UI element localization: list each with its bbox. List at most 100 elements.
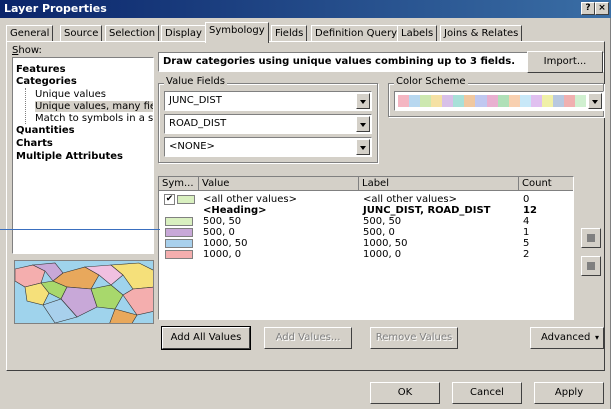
table-cell-label[interactable]: <all other values> — [363, 194, 457, 205]
chevron-down-icon[interactable] — [356, 116, 370, 132]
show-item-multiple-attributes[interactable]: Multiple Attributes — [16, 151, 123, 162]
import-button[interactable]: Import... — [527, 51, 603, 73]
color-ramp — [398, 95, 587, 107]
table-cell-count[interactable]: 5 — [523, 238, 529, 249]
advanced-button[interactable]: Advanced ▾ — [530, 327, 604, 349]
all-other-values-checkbox[interactable]: ✔ — [164, 194, 175, 205]
table-cell-value[interactable]: 500, 0 — [203, 227, 235, 238]
table-cell-value[interactable]: <all other values> — [203, 194, 297, 205]
symbol-swatch[interactable] — [165, 239, 193, 248]
color-ramp-swatch — [453, 95, 465, 107]
add-values-button[interactable]: Add Values... — [264, 327, 352, 349]
tab-display[interactable]: Display — [161, 25, 206, 42]
table-cell-label[interactable]: 500, 0 — [363, 227, 395, 238]
value-field-2-combo[interactable]: ROAD_DIST — [164, 114, 372, 134]
color-ramp-swatch — [409, 95, 421, 107]
column-header-symbol[interactable]: Sym... — [159, 177, 199, 191]
move-up-button[interactable] — [581, 228, 601, 248]
show-item-charts[interactable]: Charts — [16, 138, 53, 149]
symbol-swatch[interactable] — [165, 217, 193, 226]
show-item-features[interactable]: Features — [16, 64, 66, 75]
chevron-down-icon: ▾ — [594, 333, 599, 342]
show-item-unique-values-many-fields[interactable]: Unique values, many fiel — [35, 101, 153, 112]
color-ramp-swatch — [398, 95, 410, 107]
value-field-3-combo[interactable]: <NONE> — [164, 137, 372, 157]
close-button[interactable]: × — [595, 2, 609, 15]
table-cell-count[interactable]: 1 — [523, 227, 529, 238]
layer-properties-window: Layer Properties ? × General Source Sele… — [0, 0, 611, 409]
remove-values-button[interactable]: Remove Values — [370, 327, 458, 349]
table-cell-label[interactable]: 500, 50 — [363, 216, 401, 227]
table-cell-value[interactable]: 500, 50 — [203, 216, 241, 227]
apply-button[interactable]: Apply — [534, 382, 604, 404]
color-ramp-swatch — [530, 95, 542, 107]
value-field-2-text: ROAD_DIST — [169, 118, 227, 129]
add-all-values-button[interactable]: Add All Values — [161, 326, 251, 350]
show-item-match-to-symbols[interactable]: Match to symbols in a sty — [35, 113, 153, 124]
show-label: Show: — [12, 45, 42, 56]
tab-general[interactable]: General — [6, 25, 54, 42]
table-cell-count[interactable]: 12 — [523, 205, 537, 216]
show-list[interactable]: Features Categories Unique values Unique… — [12, 57, 154, 254]
move-down-button[interactable] — [581, 256, 601, 276]
table-cell-count[interactable]: 4 — [523, 216, 529, 227]
color-ramp-swatch — [464, 95, 476, 107]
color-ramp-swatch — [442, 95, 454, 107]
tab-fields[interactable]: Fields — [271, 25, 308, 42]
column-header-count[interactable]: Count — [519, 177, 573, 191]
show-item-categories[interactable]: Categories — [16, 76, 77, 87]
color-ramp-swatch — [486, 95, 498, 107]
tree-connector — [25, 88, 27, 124]
chevron-down-icon[interactable] — [588, 93, 602, 109]
color-ramp-swatch — [552, 95, 564, 107]
color-ramp-swatch — [575, 95, 587, 107]
table-cell-label[interactable]: 1000, 50 — [363, 238, 408, 249]
show-label-rest: how: — [18, 45, 42, 56]
table-cell-count[interactable]: 0 — [523, 194, 529, 205]
advanced-label: Advanced — [541, 332, 591, 343]
color-ramp-swatch — [563, 95, 575, 107]
description-text: Draw categories using unique values comb… — [163, 56, 516, 67]
table-cell-label[interactable]: JUNC_DIST, ROAD_DIST — [363, 205, 490, 216]
help-button[interactable]: ? — [581, 2, 595, 15]
color-scheme-combo[interactable] — [394, 91, 604, 111]
table-cell-value[interactable]: <Heading> — [203, 205, 267, 216]
show-item-quantities[interactable]: Quantities — [16, 125, 75, 136]
value-field-1-combo[interactable]: JUNC_DIST — [164, 91, 372, 111]
tab-joins-relates[interactable]: Joins & Relates — [440, 25, 523, 42]
column-header-label[interactable]: Label — [359, 177, 519, 191]
symbol-swatch[interactable] — [177, 195, 195, 204]
column-header-value[interactable]: Value — [199, 177, 359, 191]
symbol-swatch[interactable] — [165, 228, 193, 237]
symbol-value-table[interactable]: Sym... Value Label Count ✔ <all other val… — [158, 176, 574, 320]
color-ramp-swatch — [541, 95, 553, 107]
color-ramp-swatch — [420, 95, 432, 107]
tab-definition-query[interactable]: Definition Query — [311, 25, 401, 42]
callout-leader-line — [0, 229, 160, 230]
title-bar: Layer Properties ? × — [0, 0, 611, 18]
table-cell-value[interactable]: 1000, 50 — [203, 238, 248, 249]
chevron-down-icon[interactable] — [356, 139, 370, 155]
tab-selection[interactable]: Selection — [105, 25, 160, 42]
table-cell-value[interactable]: 1000, 0 — [203, 249, 241, 260]
tab-labels[interactable]: Labels — [397, 25, 438, 42]
ok-button[interactable]: OK — [370, 382, 440, 404]
window-title: Layer Properties — [4, 2, 107, 15]
table-cell-label[interactable]: 1000, 0 — [363, 249, 401, 260]
color-ramp-swatch — [519, 95, 531, 107]
cancel-button[interactable]: Cancel — [452, 382, 522, 404]
table-cell-count[interactable]: 2 — [523, 249, 529, 260]
value-fields-label: Value Fields — [164, 76, 227, 87]
color-ramp-swatch — [508, 95, 520, 107]
value-field-3-text: <NONE> — [169, 141, 215, 152]
value-field-1-text: JUNC_DIST — [169, 95, 222, 106]
chevron-down-icon[interactable] — [356, 93, 370, 109]
color-ramp-swatch — [475, 95, 487, 107]
preview-map-image — [15, 261, 153, 323]
show-item-unique-values[interactable]: Unique values — [35, 89, 106, 100]
color-scheme-label: Color Scheme — [394, 76, 468, 87]
preview-map-thumbnail — [14, 260, 154, 324]
symbol-swatch[interactable] — [165, 250, 193, 259]
tab-symbology[interactable]: Symbology — [205, 22, 269, 43]
tab-source[interactable]: Source — [60, 25, 103, 42]
